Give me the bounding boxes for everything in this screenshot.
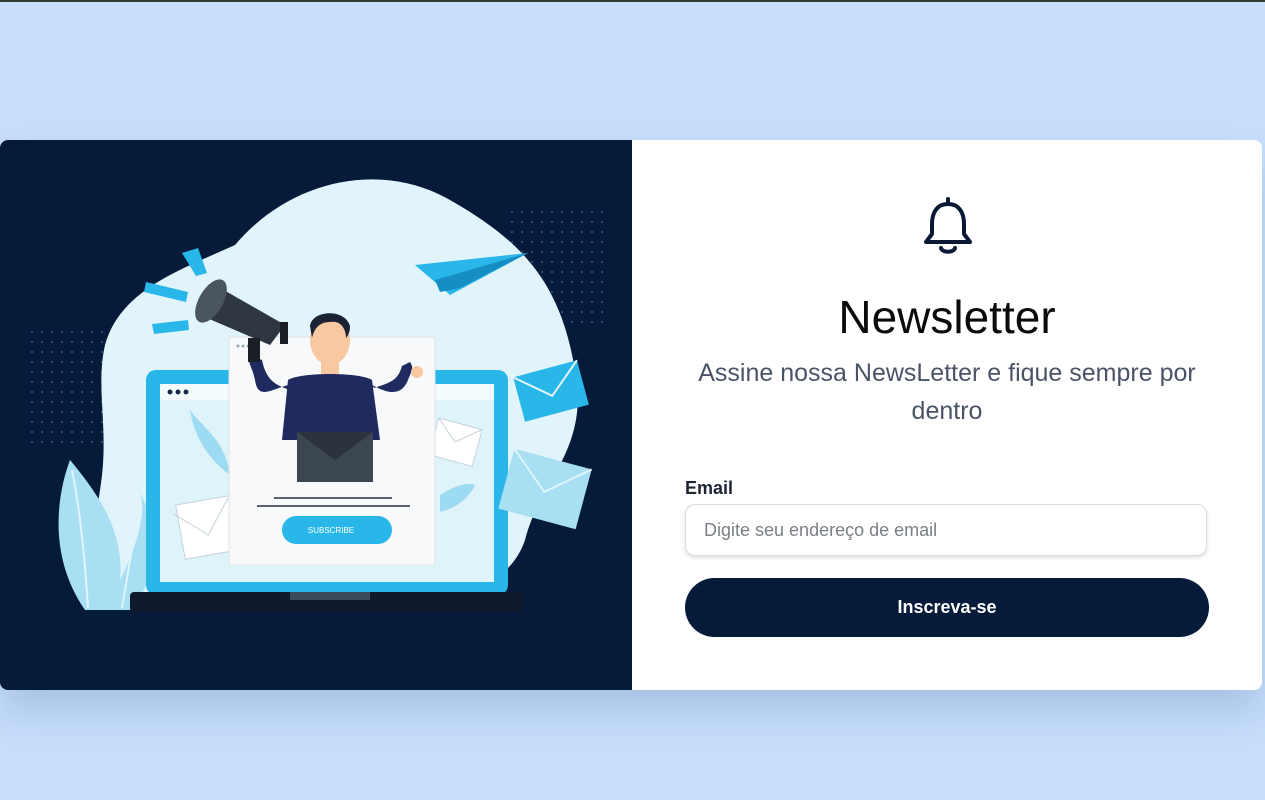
- email-field[interactable]: [685, 504, 1207, 556]
- envelope-icon: [297, 432, 373, 482]
- top-border: [0, 0, 1265, 2]
- newsletter-form-panel: Newsletter Assine nossa NewsLetter e fiq…: [632, 140, 1262, 690]
- email-label: Email: [685, 478, 734, 498]
- page-title: Newsletter: [838, 291, 1056, 343]
- newsletter-illustration: SUBSCRIBE: [0, 140, 632, 690]
- page-subtitle: Assine nossa NewsLetter e fique sempre p…: [698, 359, 1196, 425]
- illustration-subscribe-label: SUBSCRIBE: [308, 526, 354, 535]
- megaphone-laptop-illustration: SUBSCRIBE: [30, 179, 605, 612]
- newsletter-card: SUBSCRIBE Newsletter Assine nossa NewsLe…: [0, 140, 1262, 690]
- subscribe-button[interactable]: Inscreva-se: [685, 578, 1209, 637]
- bell-icon: [922, 196, 974, 256]
- dot-grid: [30, 325, 110, 445]
